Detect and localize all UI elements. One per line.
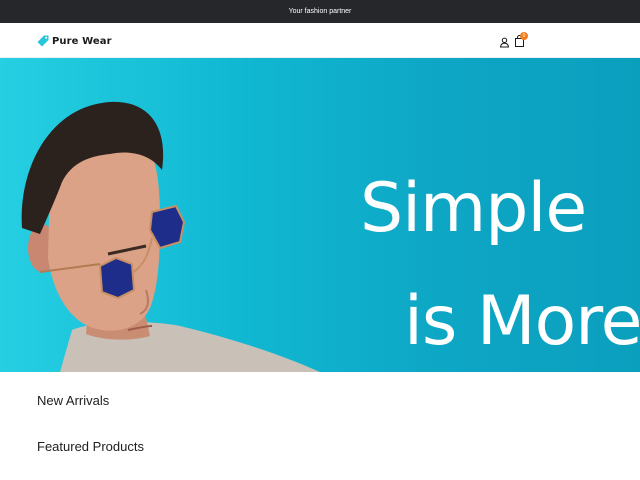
announcement-text: Your fashion partner [288,8,352,15]
hero-headline-line-2: is More [404,282,640,361]
brand-name: Pure Wear [52,35,112,47]
new-arrivals-heading: New Arrivals [37,393,110,408]
brand-logo[interactable]: Pure Wear [37,34,112,48]
tag-logo-icon [37,35,49,46]
site-header: Pure Wear [0,23,640,58]
user-icon [499,37,510,48]
hero-model-image [21,101,320,372]
announcement-bar: Your fashion partner [0,0,640,23]
featured-products-heading: Featured Products [37,439,144,454]
account-button[interactable] [499,35,510,48]
cart-count-badge: 0 [520,32,528,40]
hero-banner[interactable]: Simple is More [0,58,640,372]
hero-headline-line-1: Simple [360,169,587,248]
cart-button[interactable]: 0 [514,32,528,47]
